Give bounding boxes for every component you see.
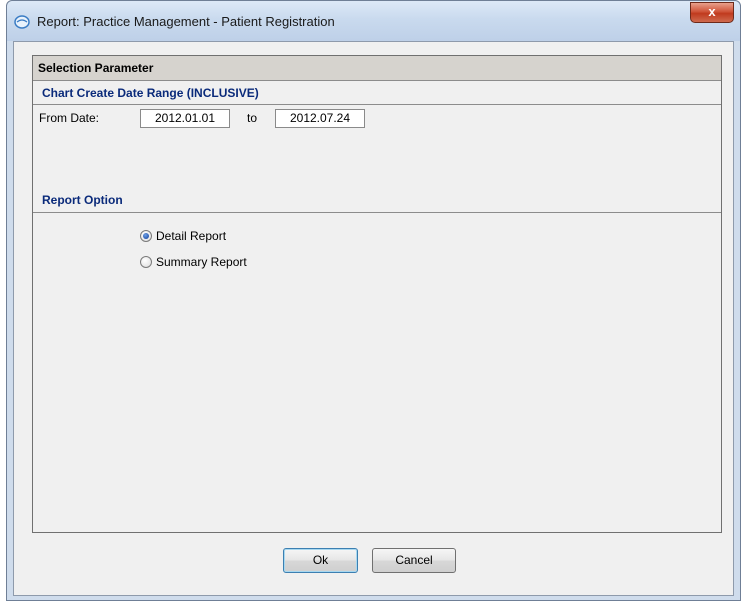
panel-header: Selection Parameter [33, 56, 721, 81]
date-range-section-title: Chart Create Date Range (INCLUSIVE) [42, 86, 259, 100]
window-title: Report: Practice Management - Patient Re… [37, 14, 335, 29]
detail-report-radio[interactable] [140, 230, 152, 242]
detail-report-label: Detail Report [156, 229, 227, 243]
report-dialog: Report: Practice Management - Patient Re… [6, 0, 741, 601]
to-date-field[interactable]: 2012.07.24 [275, 109, 365, 128]
selection-panel: Selection Parameter Chart Create Date Ra… [32, 55, 722, 533]
title-bar[interactable]: Report: Practice Management - Patient Re… [7, 1, 740, 41]
summary-report-radio[interactable] [140, 256, 152, 268]
report-option-section-title: Report Option [42, 193, 123, 207]
to-label: to [247, 111, 258, 125]
radio-selected-dot [143, 233, 149, 239]
cancel-button[interactable]: Cancel [372, 548, 456, 573]
dialog-body: Selection Parameter Chart Create Date Ra… [13, 41, 734, 596]
close-button[interactable]: x [690, 2, 734, 23]
close-icon: x [708, 4, 716, 19]
from-date-field[interactable]: 2012.01.01 [140, 109, 230, 128]
summary-report-label: Summary Report [156, 255, 247, 269]
date-section-divider [33, 104, 721, 105]
report-section-divider [33, 212, 721, 213]
ok-button[interactable]: Ok [283, 548, 358, 573]
report-app-icon [14, 15, 30, 29]
from-date-label: From Date: [39, 111, 100, 125]
